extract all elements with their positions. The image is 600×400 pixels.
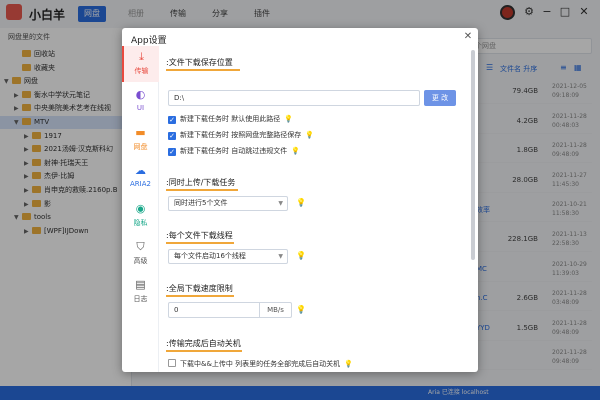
settings-dialog: App设置 ✕ ⤓ 传输 ◐ UI ▬ 网盘 ☁ ARIA2 ◉ 隐私 ⛉ 高级… <box>122 28 478 372</box>
change-path-button[interactable]: 更 改 <box>424 90 456 106</box>
settings-content: :文件下载保存位置 D:\ 更 改 ✓ 新建下载任务时 默认使用此路径 💡 ✓ 新建下… <box>160 46 472 372</box>
option-auto-shutdown[interactable]: 下载中&&上传中 列表里的任务全部完成后自动关机 💡 <box>168 359 353 370</box>
speed-limit-input[interactable]: 0 MB/s <box>168 302 292 318</box>
cloud-icon: ☁ <box>135 164 146 177</box>
section-title-concurrent: :同时上传/下载任务 <box>166 178 236 187</box>
checkbox[interactable]: ✓ <box>168 116 176 124</box>
lightbulb-icon[interactable]: 💡 <box>305 131 314 139</box>
option-full-path[interactable]: ✓ 新建下载任务时 按照网盘完整路径保存 💡 <box>168 130 314 141</box>
section-title-speed: :全局下载速度限制 <box>166 284 233 293</box>
chevron-down-icon: ▼ <box>278 200 283 207</box>
option-label: 新建下载任务时 自动跳过违规文件 <box>180 147 288 155</box>
option-default-path[interactable]: ✓ 新建下载任务时 默认使用此路径 💡 <box>168 114 293 125</box>
close-icon[interactable]: ✕ <box>462 31 474 43</box>
lightbulb-icon[interactable]: 💡 <box>291 147 300 155</box>
nav-item-label: 日志 <box>133 295 148 303</box>
option-label: 下载中&&上传中 列表里的任务全部完成后自动关机 <box>180 360 341 368</box>
section-underline <box>166 69 240 71</box>
nav-item-label: 高级 <box>133 257 148 265</box>
nav-item-transfer[interactable]: ⤓ 传输 <box>122 46 159 82</box>
checkbox[interactable] <box>168 359 176 367</box>
section-underline <box>166 242 234 244</box>
select-value: 同时进行5个文件 <box>174 199 228 207</box>
concurrent-tasks-select[interactable]: 同时进行5个文件 ▼ <box>168 196 288 211</box>
section-underline <box>166 189 238 191</box>
nav-item-label: UI <box>136 104 145 112</box>
shield-icon: ⛉ <box>136 240 145 253</box>
option-label: 新建下载任务时 按照网盘完整路径保存 <box>180 131 302 139</box>
speed-value: 0 <box>174 306 179 314</box>
lightbulb-icon[interactable]: 💡 <box>296 198 306 207</box>
eye-icon: ◉ <box>135 202 146 215</box>
section-title-download-path: :文件下载保存位置 <box>166 58 233 67</box>
nav-item-log[interactable]: ▤ 日志 <box>122 274 159 310</box>
checkbox[interactable]: ✓ <box>168 148 176 156</box>
lightbulb-icon[interactable]: 💡 <box>344 360 353 368</box>
nav-item-aria2[interactable]: ☁ ARIA2 <box>122 160 159 196</box>
option-label: 新建下载任务时 默认使用此路径 <box>180 115 281 123</box>
nav-item-label: 隐私 <box>133 219 148 227</box>
nav-item-drive[interactable]: ▬ 网盘 <box>122 122 159 158</box>
checkbox[interactable]: ✓ <box>168 132 176 140</box>
lightbulb-icon[interactable]: 💡 <box>284 115 293 123</box>
nav-item-privacy[interactable]: ◉ 隐私 <box>122 198 159 234</box>
section-underline <box>166 295 234 297</box>
nav-item-ui[interactable]: ◐ UI <box>122 84 159 120</box>
section-title-shutdown: :传输完成后自动关机 <box>166 339 241 348</box>
section-title-threads: :每个文件下载线程 <box>166 231 233 240</box>
speed-unit: MB/s <box>259 303 291 317</box>
nav-item-label: 传输 <box>134 67 149 75</box>
lightbulb-icon[interactable]: 💡 <box>296 305 306 314</box>
nav-item-label: ARIA2 <box>130 180 151 188</box>
section-underline <box>166 350 242 352</box>
log-icon: ▤ <box>135 278 146 291</box>
option-skip-violations[interactable]: ✓ 新建下载任务时 自动跳过违规文件 💡 <box>168 146 300 157</box>
download-icon: ⤓ <box>139 50 144 63</box>
chevron-down-icon: ▼ <box>278 253 283 260</box>
download-path-input[interactable]: D:\ <box>168 90 420 106</box>
nav-item-advanced[interactable]: ⛉ 高级 <box>122 236 159 272</box>
settings-nav: ⤓ 传输 ◐ UI ▬ 网盘 ☁ ARIA2 ◉ 隐私 ⛉ 高级 ▤ 日志 <box>122 46 159 372</box>
select-value: 每个文件启动16个线程 <box>174 252 246 260</box>
ui-icon: ◐ <box>135 88 146 101</box>
folder-icon: ▬ <box>135 126 146 139</box>
download-threads-select[interactable]: 每个文件启动16个线程 ▼ <box>168 249 288 264</box>
nav-item-label: 网盘 <box>133 143 148 151</box>
scrollbar[interactable] <box>471 50 475 260</box>
lightbulb-icon[interactable]: 💡 <box>296 251 306 260</box>
dialog-title: App设置 <box>131 36 167 46</box>
